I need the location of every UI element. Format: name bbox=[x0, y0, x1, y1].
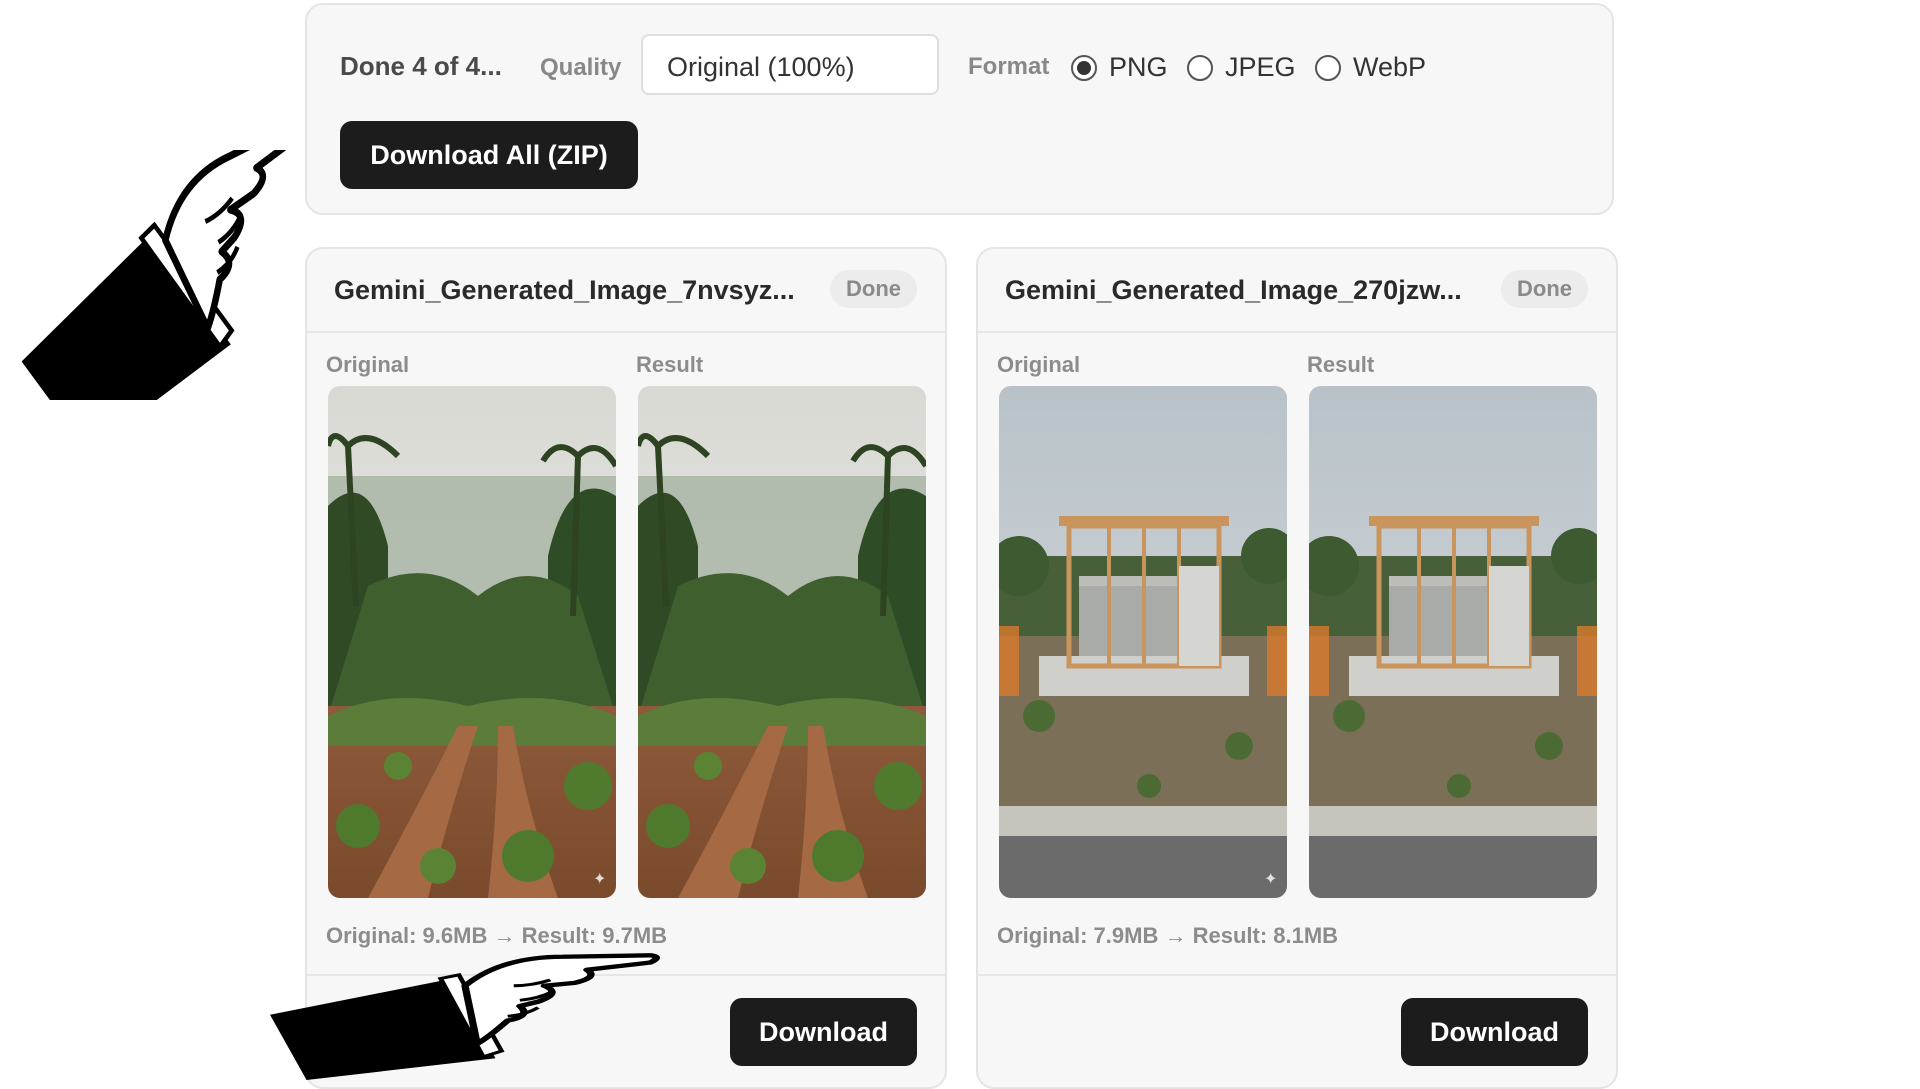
format-radio-webp[interactable]: WebP bbox=[1315, 52, 1426, 83]
download-all-zip-button[interactable]: Download All (ZIP) bbox=[340, 121, 638, 189]
result-label: Result bbox=[1307, 352, 1375, 377]
result-image bbox=[638, 386, 926, 898]
card-footer-divider bbox=[978, 974, 1616, 976]
svg-text:✦: ✦ bbox=[593, 869, 606, 888]
progress-status: Done 4 of 4... bbox=[340, 51, 502, 81]
original-label: Original bbox=[997, 352, 1081, 377]
file-name: Gemini_Generated_Image_270jzw... bbox=[1005, 275, 1462, 305]
format-label: Format bbox=[968, 53, 1050, 80]
original-image: ✦ bbox=[999, 386, 1287, 898]
result-image bbox=[1309, 386, 1597, 898]
card-header: Gemini_Generated_Image_270jzw... Done bbox=[978, 249, 1616, 333]
status-badge: Done bbox=[1501, 270, 1588, 308]
download-button[interactable]: Download bbox=[730, 998, 917, 1066]
status-badge: Done bbox=[830, 270, 917, 308]
pointing-hand-icon bbox=[5, 150, 350, 400]
format-radio-png[interactable]: PNG bbox=[1071, 52, 1168, 83]
radio-unchecked-icon[interactable] bbox=[1315, 54, 1341, 81]
image-card: Gemini_Generated_Image_270jzw... Done Or… bbox=[976, 247, 1618, 1089]
file-size-comparison: Original: 7.9MB → Result: 8.1MB bbox=[997, 923, 1339, 948]
svg-text:✦: ✦ bbox=[1264, 869, 1277, 888]
quality-label: Quality bbox=[540, 54, 622, 81]
format-option-label: PNG bbox=[1109, 52, 1168, 82]
file-name: Gemini_Generated_Image_7nvsyz... bbox=[334, 275, 795, 305]
format-option-label: JPEG bbox=[1225, 52, 1296, 82]
radio-checked-icon[interactable] bbox=[1071, 54, 1097, 81]
download-button[interactable]: Download bbox=[1401, 998, 1588, 1066]
radio-unchecked-icon[interactable] bbox=[1187, 54, 1213, 81]
format-option-label: WebP bbox=[1353, 52, 1427, 82]
pointing-hand-icon bbox=[270, 935, 660, 1080]
toolbar-panel: Done 4 of 4... Quality Original (100%) F… bbox=[305, 3, 1614, 215]
original-image: ✦ bbox=[328, 386, 616, 898]
card-header: Gemini_Generated_Image_7nvsyz... Done bbox=[307, 249, 945, 333]
result-label: Result bbox=[636, 352, 704, 377]
quality-select[interactable]: Original (100%) bbox=[641, 34, 939, 95]
format-radio-jpeg[interactable]: JPEG bbox=[1187, 52, 1296, 83]
